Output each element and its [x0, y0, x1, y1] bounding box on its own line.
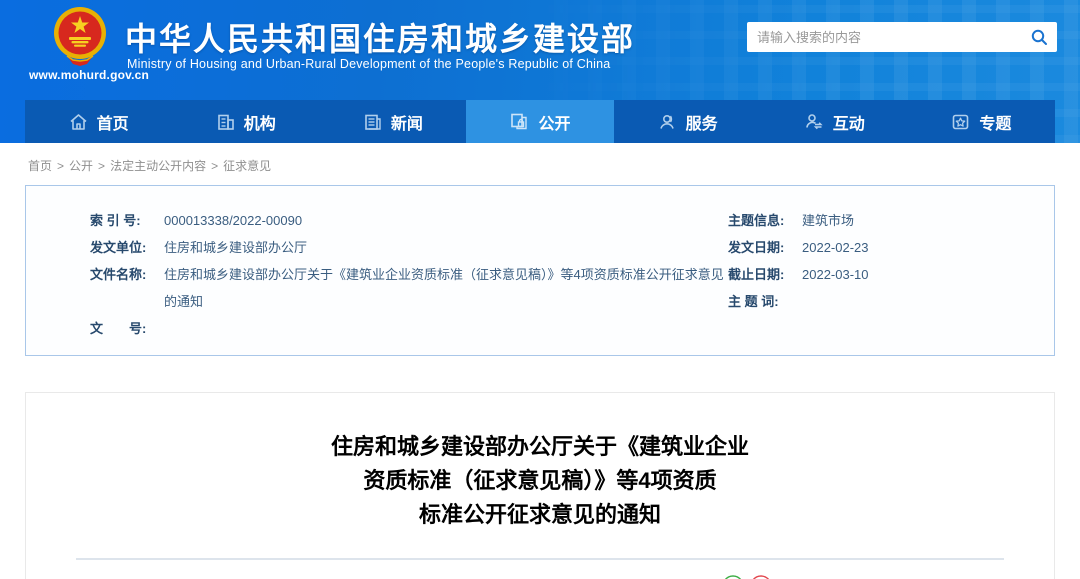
info-label: 索 引 号:	[90, 213, 141, 228]
info-label: 主 题 词:	[728, 294, 779, 309]
breadcrumb-separator: >	[211, 159, 219, 173]
nav-item-label: 首页	[96, 115, 129, 133]
article-content-box: 住房和城乡建设部办公厅关于《建筑业企业 资质标准（征求意见稿）》等4项资质 标准…	[25, 392, 1055, 579]
news-icon	[365, 114, 381, 130]
info-label: 文 号:	[90, 321, 147, 336]
document-info-box: 索 引 号: 000013338/2022-00090 发文单位: 住房和城乡建…	[25, 185, 1055, 356]
organization-icon	[217, 114, 234, 130]
nav-item-home[interactable]: 首页	[25, 100, 172, 143]
nav-item-news[interactable]: 新闻	[319, 100, 466, 143]
info-label: 文件名称:	[90, 267, 147, 282]
main-nav: 首页 机构 新闻 公开 服务 互动 专题	[25, 100, 1055, 143]
site-title-english: Ministry of Housing and Urban-Rural Deve…	[127, 57, 611, 71]
breadcrumb: 首页 > 公开 > 法定主动公开内容 > 征求意见	[0, 143, 1080, 185]
info-row-index-number: 索 引 号: 000013338/2022-00090	[26, 207, 726, 234]
info-row-keywords: 主 题 词:	[726, 288, 1054, 315]
breadcrumb-separator: >	[57, 159, 65, 173]
nav-item-organization[interactable]: 机构	[172, 100, 319, 143]
info-value: 000013338/2022-00090	[164, 213, 303, 228]
info-column-left: 索 引 号: 000013338/2022-00090 发文单位: 住房和城乡建…	[26, 207, 726, 342]
weibo-share-icon[interactable]	[750, 575, 772, 579]
nav-item-label: 新闻	[390, 115, 423, 133]
wechat-share-icon[interactable]	[722, 575, 744, 579]
info-value: 2022-02-23	[802, 240, 869, 255]
info-label: 主题信息:	[728, 213, 785, 228]
info-row-issuing-unit: 发文单位: 住房和城乡建设部办公厅	[26, 234, 726, 261]
disclosure-icon	[511, 113, 528, 130]
breadcrumb-item-home[interactable]: 首页	[28, 159, 52, 173]
info-label: 发文日期:	[728, 240, 785, 255]
topic-icon	[953, 114, 969, 129]
info-label: 截止日期:	[728, 267, 785, 282]
nav-item-label: 专题	[979, 115, 1012, 133]
search-input[interactable]	[747, 22, 1021, 52]
breadcrumb-item-statutory-content[interactable]: 法定主动公开内容	[110, 159, 206, 173]
national-emblem-logo	[54, 7, 106, 66]
share-icons	[722, 575, 772, 579]
info-row-deadline-date: 截止日期: 2022-03-10	[726, 261, 1054, 288]
service-icon	[659, 114, 674, 129]
home-icon	[70, 113, 87, 130]
article-meta-bar: 选择字体：[大 - 中 - 小] 发布时间： 2022-02-25 09:19:…	[26, 575, 1054, 579]
search-button[interactable]	[1021, 22, 1057, 52]
article-title-line: 标准公开征求意见的通知	[418, 502, 661, 527]
nav-item-interaction[interactable]: 互动	[761, 100, 908, 143]
info-row-document-number: 文 号:	[26, 315, 726, 342]
nav-item-label: 服务	[685, 115, 718, 133]
nav-item-label: 公开	[538, 115, 571, 133]
info-value: 建筑市场	[802, 213, 855, 228]
info-row-issue-date: 发文日期: 2022-02-23	[726, 234, 1054, 261]
article-title: 住房和城乡建设部办公厅关于《建筑业企业 资质标准（征求意见稿）》等4项资质 标准…	[26, 430, 1054, 532]
nav-item-label: 互动	[832, 115, 865, 133]
title-divider	[76, 558, 1004, 560]
nav-item-service[interactable]: 服务	[614, 100, 761, 143]
breadcrumb-item-solicitation[interactable]: 征求意见	[223, 159, 271, 173]
info-row-topic-info: 主题信息: 建筑市场	[726, 207, 1054, 234]
search-box	[747, 22, 1057, 52]
breadcrumb-separator: >	[98, 159, 106, 173]
info-row-document-name: 文件名称: 住房和城乡建设部办公厅关于《建筑业企业资质标准（征求意见稿）》等4项…	[26, 261, 726, 315]
site-header: www.mohurd.gov.cn 中华人民共和国住房和城乡建设部 Minist…	[0, 0, 1080, 143]
info-label: 发文单位:	[90, 240, 147, 255]
interaction-icon	[805, 114, 823, 130]
nav-item-label: 机构	[243, 115, 276, 133]
info-value: 住房和城乡建设部办公厅	[164, 240, 308, 255]
header-inner: www.mohurd.gov.cn 中华人民共和国住房和城乡建设部 Minist…	[25, 0, 1057, 100]
info-column-right: 主题信息: 建筑市场 发文日期: 2022-02-23 截止日期: 2022-0…	[726, 207, 1054, 342]
nav-item-topic[interactable]: 专题	[908, 100, 1055, 143]
article-title-line: 住房和城乡建设部办公厅关于《建筑业企业	[330, 434, 749, 459]
search-icon	[1031, 29, 1047, 45]
info-value: 2022-03-10	[802, 267, 869, 282]
article-title-line: 资质标准（征求意见稿）》等4项资质	[363, 468, 717, 493]
site-title-chinese: 中华人民共和国住房和城乡建设部	[125, 21, 636, 57]
info-value: 住房和城乡建设部办公厅关于《建筑业企业资质标准（征求意见稿）》等4项资质标准公开…	[164, 267, 724, 309]
nav-item-disclosure[interactable]: 公开	[466, 100, 614, 143]
breadcrumb-item-disclosure[interactable]: 公开	[69, 159, 93, 173]
